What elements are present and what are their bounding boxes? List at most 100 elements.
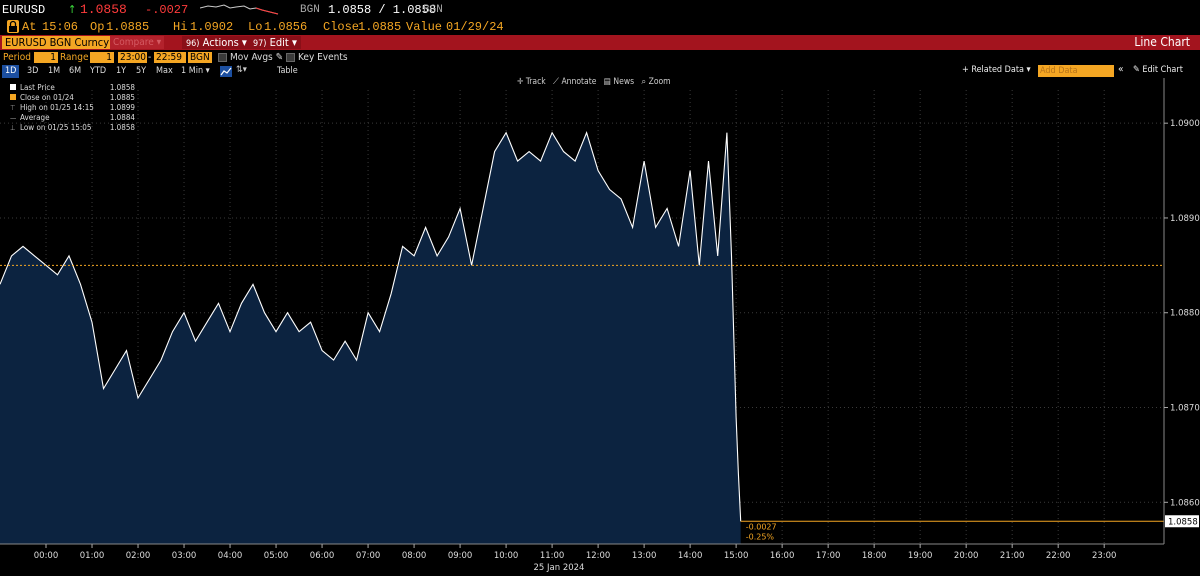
x-tick-label: 01:00 xyxy=(80,551,105,561)
value-label: Value xyxy=(406,20,443,34)
actions-label: Actions xyxy=(202,36,239,49)
legend-value: 1.0858 xyxy=(109,83,135,92)
lock-icon[interactable] xyxy=(7,20,19,33)
x-tick-label: 00:00 xyxy=(34,551,59,561)
legend-label: Last Price xyxy=(20,83,55,92)
range-from-input[interactable]: 23:00 xyxy=(118,52,147,63)
range-to-input[interactable]: 22:59 xyxy=(154,52,186,63)
ask-source: BGN xyxy=(423,4,443,16)
last-price: 1.0858 xyxy=(80,2,127,17)
value-date: 01/29/24 xyxy=(446,20,504,34)
tab-max[interactable]: Max xyxy=(153,65,176,78)
edit-button[interactable]: 97) Edit ▾ xyxy=(249,36,301,49)
mov-avgs-toggle[interactable]: Mov Avgs ✎ xyxy=(218,52,283,63)
x-tick-label: 06:00 xyxy=(310,551,335,561)
key-events-label: Key Events xyxy=(298,52,348,63)
related-data-label: + Related Data xyxy=(962,65,1024,75)
at-time: 15:06 xyxy=(42,20,79,34)
quote-stats: At 15:06 Op 1.0885 Hi 1.0902 Lo 1.0856 C… xyxy=(0,19,1200,35)
at-label: At xyxy=(22,20,37,34)
price-chart[interactable]: 1.0860 1.0870 1.0880 1.0890 1.0900 00:00 01:00… xyxy=(0,78,1200,576)
range-separator: - xyxy=(148,52,152,63)
news-icon: ▤ xyxy=(603,77,611,87)
table-button[interactable]: Table xyxy=(274,65,301,78)
close-label: Close xyxy=(323,20,360,34)
key-events-toggle[interactable]: Key Events xyxy=(286,52,348,63)
change-pct-annotation: -0.25% xyxy=(746,532,775,541)
x-tick-label: 09:00 xyxy=(448,551,473,561)
legend-label: High on 01/25 14:15 xyxy=(20,103,94,112)
range-input[interactable]: 1 xyxy=(90,52,114,63)
bid-ask: 1.0858 / 1.0858 xyxy=(328,3,437,17)
zoom-button[interactable]: ⌕ Zoom xyxy=(641,77,670,87)
x-tick-label: 11:00 xyxy=(540,551,565,561)
add-data-placeholder: Add Data xyxy=(1040,66,1078,76)
legend-item: ⊤ High on 01/25 14:15 1.0899 xyxy=(10,103,135,113)
track-label: Track xyxy=(525,77,546,87)
track-button[interactable]: ✛ Track xyxy=(517,77,546,87)
y-tick-label: 1.0870 xyxy=(1170,404,1200,414)
source-input[interactable]: BGN xyxy=(188,52,212,63)
y-tick-label: 1.0860 xyxy=(1170,498,1200,508)
news-button[interactable]: ▤ News xyxy=(604,77,634,87)
compare-label: Compare xyxy=(113,37,154,48)
tab-3d[interactable]: 3D xyxy=(24,65,41,78)
legend-label: Low on 01/25 15:05 xyxy=(20,123,92,132)
change-annotation: -0.0027 xyxy=(746,522,777,531)
x-tick-label: 04:00 xyxy=(218,551,243,561)
legend-label: Average xyxy=(20,113,50,122)
related-data-button[interactable]: + Related Data ▾ xyxy=(962,65,1031,75)
up-arrow-icon: ↑ xyxy=(68,3,77,16)
actions-button[interactable]: 96) Actions ▾ xyxy=(182,36,251,49)
legend-swatch xyxy=(10,94,16,100)
pencil-icon: ⟋ xyxy=(553,77,559,87)
price-area xyxy=(0,132,741,544)
tab-5y[interactable]: 5Y xyxy=(133,65,149,78)
tab-1d[interactable]: 1D xyxy=(2,65,20,78)
actions-num: 96) xyxy=(186,39,200,49)
ticker-symbol[interactable]: EURUSD xyxy=(2,3,45,17)
legend-value: 1.0885 xyxy=(109,93,135,102)
period-label: Period xyxy=(3,52,32,63)
chart-type-icon[interactable]: ⇅▾ xyxy=(236,65,247,75)
tab-1y[interactable]: 1Y xyxy=(113,65,129,78)
x-tick-label: 02:00 xyxy=(126,551,151,561)
legend-marker-icon: ⊤ xyxy=(10,104,16,112)
checkbox-icon xyxy=(218,52,227,62)
range-controls: Period 1 Range 1 23:00 - 22:59 BGN Mov A… xyxy=(0,51,1200,65)
legend-label: Close on 01/24 xyxy=(20,93,74,102)
x-tick-label: 21:00 xyxy=(1000,551,1025,561)
edit-label: Edit xyxy=(269,36,289,49)
legend-item: Last Price 1.0858 xyxy=(10,83,135,93)
period-input[interactable]: 1 xyxy=(34,52,58,63)
compare-button[interactable]: Compare ▾ xyxy=(110,36,165,49)
edit-chart-label: Edit Chart xyxy=(1142,65,1183,75)
tab-6m[interactable]: 6M xyxy=(66,65,84,78)
annotate-button[interactable]: ⟋ Annotate xyxy=(553,77,596,87)
x-date-label: 25 Jan 2024 xyxy=(534,563,585,573)
close-value: 1.0885 xyxy=(358,20,402,34)
legend-marker-icon: ⊥ xyxy=(10,124,16,132)
x-tick-label: 05:00 xyxy=(264,551,289,561)
sparkline-icon xyxy=(200,4,279,15)
interval-select[interactable]: 1 Min ▾ xyxy=(178,65,213,78)
line-chart-icon[interactable] xyxy=(220,66,232,77)
y-tick-label: 1.0890 xyxy=(1170,214,1200,224)
collapse-icon[interactable]: « xyxy=(1118,64,1124,75)
low-value: 1.0856 xyxy=(264,20,308,34)
legend-value: 1.0858 xyxy=(109,123,135,132)
edit-chart-button[interactable]: ✎ Edit Chart xyxy=(1133,65,1183,75)
tab-ytd[interactable]: YTD xyxy=(87,65,109,78)
tab-1m[interactable]: 1M xyxy=(45,65,63,78)
x-tick-label: 03:00 xyxy=(172,551,197,561)
add-data-input[interactable]: Add Data xyxy=(1038,65,1114,77)
x-tick-label: 18:00 xyxy=(862,551,887,561)
x-tick-label: 07:00 xyxy=(356,551,381,561)
high-value: 1.0902 xyxy=(190,20,234,34)
legend-marker-icon: — xyxy=(10,114,17,122)
x-tick-label: 10:00 xyxy=(494,551,519,561)
x-tick-label: 13:00 xyxy=(632,551,657,561)
last-price-tag-label: 1.0858 xyxy=(1168,517,1198,527)
legend-item: Close on 01/24 1.0885 xyxy=(10,93,135,103)
security-field[interactable]: EURUSD BGN Curncy xyxy=(2,36,113,49)
